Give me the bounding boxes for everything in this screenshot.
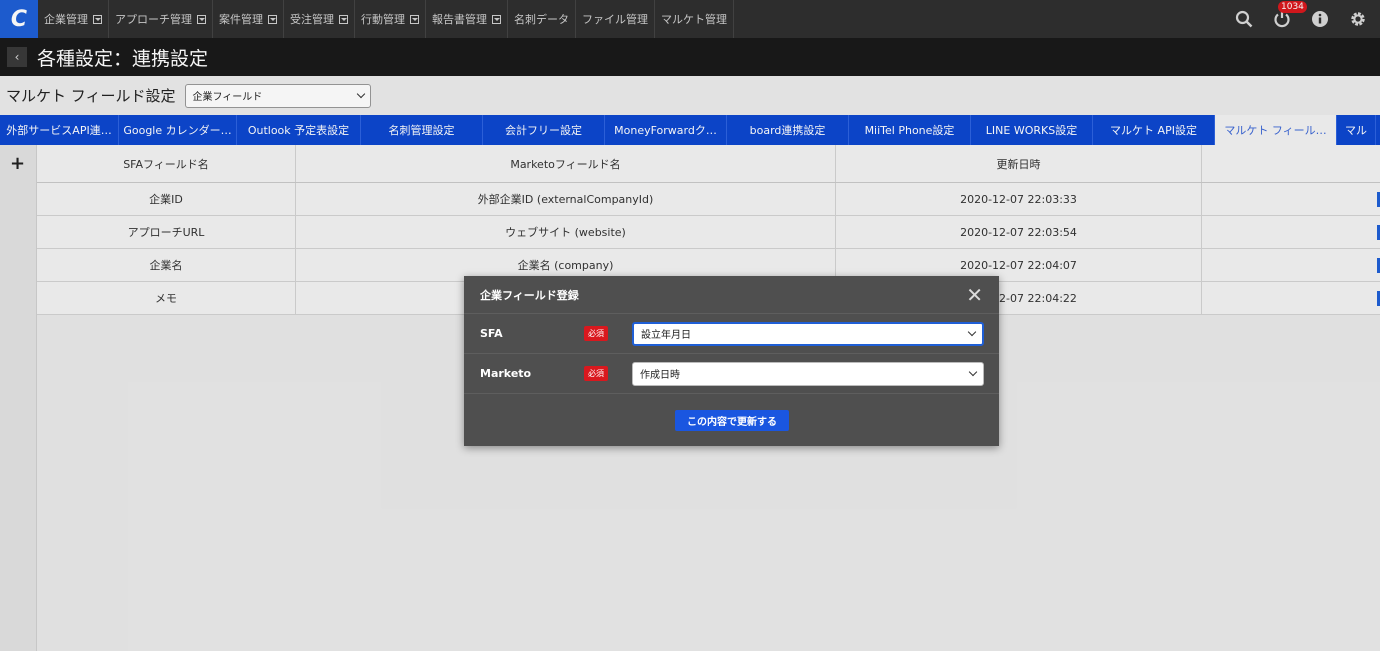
marketo-label: Marketo xyxy=(480,367,532,380)
sfa-label: SFA xyxy=(480,327,503,340)
form-row-marketo: Marketo 必須 作成日時 xyxy=(464,354,999,394)
sfa-field-select-value: 設立年月日 xyxy=(641,330,691,341)
marketo-field-select-value: 作成日時 xyxy=(640,370,680,381)
modal-title: 企業フィールド登録 xyxy=(480,288,579,302)
required-badge: 必須 xyxy=(584,326,608,341)
update-button[interactable]: この内容で更新する xyxy=(675,410,789,431)
close-icon[interactable]: ✕ xyxy=(966,285,983,305)
chevron-down-icon xyxy=(968,367,978,377)
chevron-down-icon xyxy=(967,327,977,337)
field-register-modal: 企業フィールド登録 ✕ SFA 必須 設立年月日 Marketo 必須 作成日時… xyxy=(464,276,999,446)
sfa-field-select[interactable]: 設立年月日 xyxy=(632,321,984,346)
required-badge: 必須 xyxy=(584,366,608,381)
modal-header: 企業フィールド登録 ✕ xyxy=(464,276,999,314)
marketo-field-select[interactable]: 作成日時 xyxy=(632,361,984,386)
form-row-sfa: SFA 必須 設立年月日 xyxy=(464,314,999,354)
